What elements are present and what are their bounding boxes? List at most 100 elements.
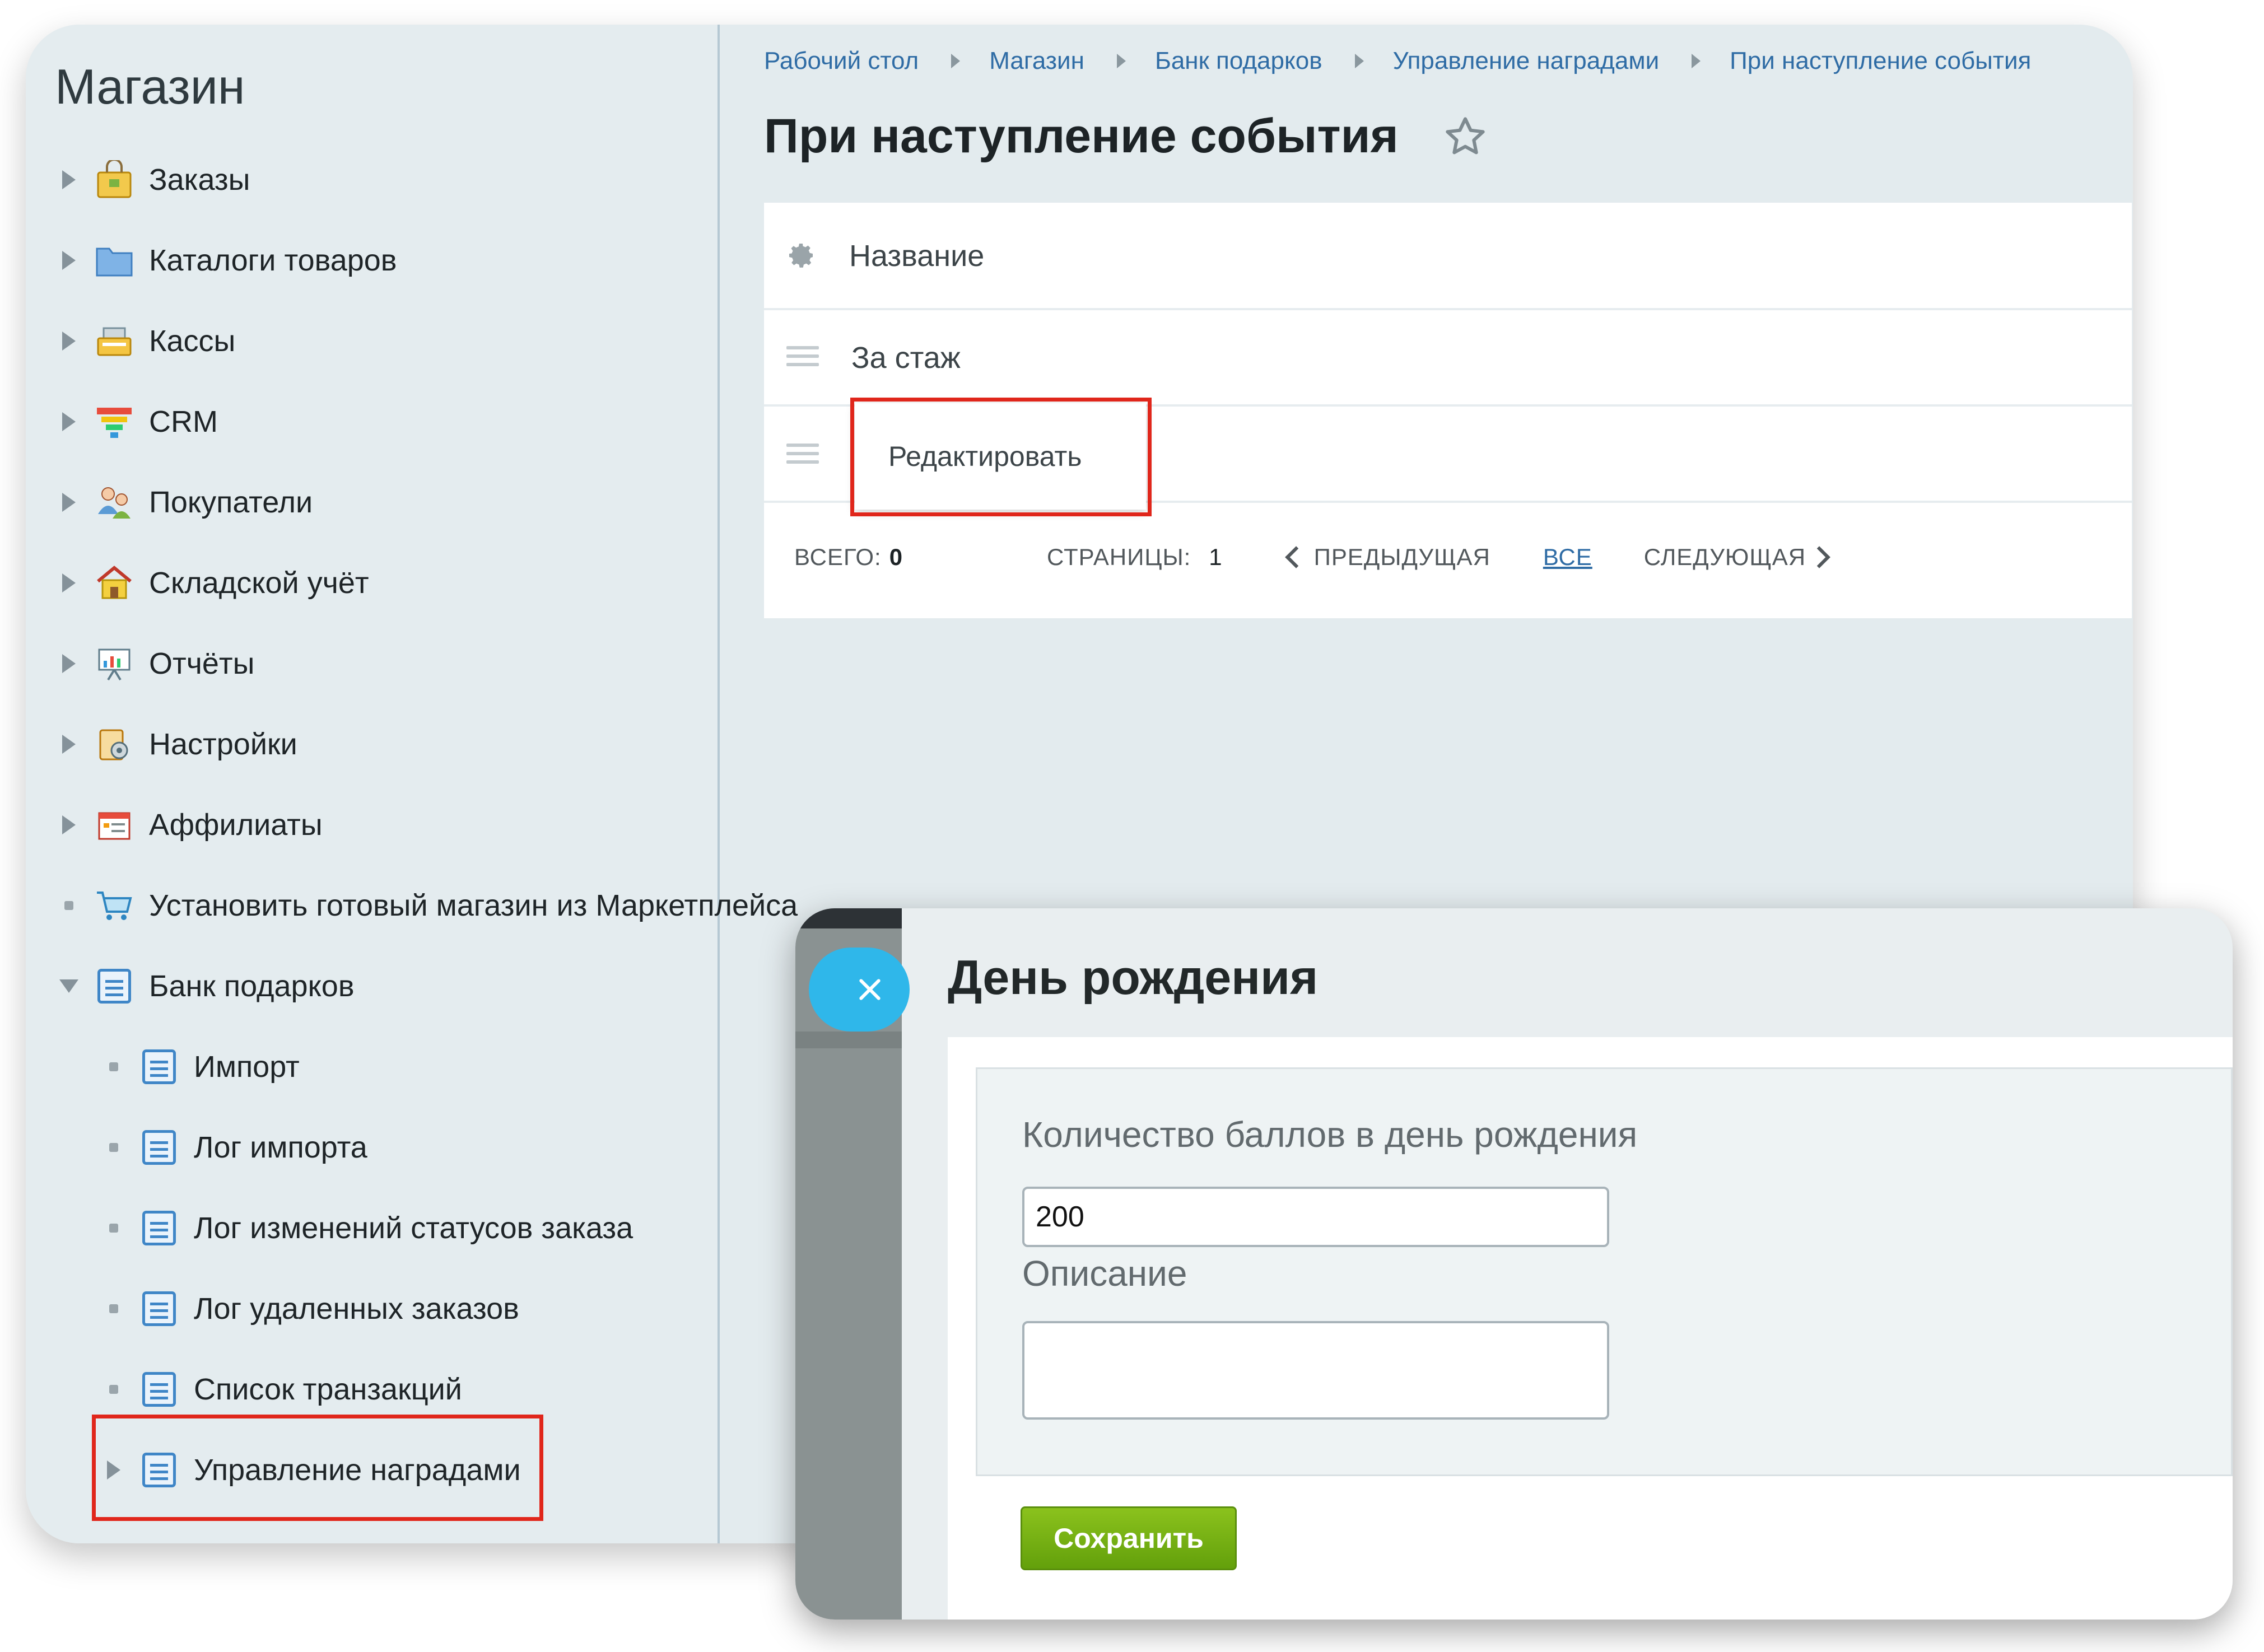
- report-board-icon: [94, 643, 134, 684]
- settings-clipboard-icon: [94, 724, 134, 764]
- breadcrumb-separator-icon: [1116, 54, 1126, 68]
- document-icon: [142, 1372, 176, 1407]
- expand-arrow-icon[interactable]: [62, 412, 76, 431]
- page-title: При наступление события: [764, 109, 1399, 163]
- sidebar-item-catalogs[interactable]: Каталоги товаров: [55, 227, 397, 294]
- sidebar-subitem-transactions[interactable]: Список транзакций: [100, 1356, 462, 1423]
- breadcrumb-separator-icon: [1692, 54, 1701, 68]
- expand-arrow-icon[interactable]: [62, 573, 76, 592]
- warehouse-icon: [94, 563, 134, 603]
- sidebar-item-settings[interactable]: Настройки: [55, 711, 297, 778]
- all-pages-link[interactable]: ВСЕ: [1543, 544, 1592, 571]
- description-textarea[interactable]: [1022, 1321, 1609, 1420]
- sidebar-subitem-import[interactable]: Импорт: [100, 1033, 300, 1100]
- shopping-bag-icon: [94, 160, 134, 200]
- document-icon: [142, 1130, 176, 1165]
- modal-backdrop-top: [795, 908, 902, 928]
- sidebar-item-install-marketplace[interactable]: Установить готовый магазин из Маркетплей…: [55, 872, 798, 939]
- sidebar-item-label: Лог удаленных заказов: [194, 1292, 519, 1326]
- sidebar-item-label: Заказы: [149, 163, 250, 197]
- bullet-icon: [109, 1304, 118, 1313]
- sidebar-title: Магазин: [55, 59, 245, 114]
- sidebar-item-gift-bank[interactable]: Банк подарков: [55, 953, 355, 1020]
- collapse-arrow-icon[interactable]: [59, 979, 78, 993]
- breadcrumb-separator-icon: [951, 54, 961, 68]
- sidebar-item-reports[interactable]: Отчёты: [55, 630, 254, 697]
- sidebar-item-customers[interactable]: Покупатели: [55, 469, 313, 536]
- next-page-link[interactable]: СЛЕДУЮЩАЯ: [1644, 544, 1806, 571]
- document-icon: [97, 969, 131, 1004]
- pages-label: СТРАНИЦЫ:: [1047, 544, 1191, 570]
- expand-arrow-icon[interactable]: [62, 735, 76, 754]
- column-header-name[interactable]: Название: [849, 239, 984, 273]
- breadcrumb-link[interactable]: Рабочий стол: [764, 47, 919, 75]
- sidebar-item-label: Банк подарков: [149, 969, 355, 1003]
- page-number[interactable]: 1: [1209, 544, 1222, 571]
- sidebar: Магазин Заказы Каталоги товаров Кассы CR…: [26, 25, 798, 1543]
- sidebar-item-crm[interactable]: CRM: [55, 388, 218, 455]
- bullet-icon: [109, 1062, 118, 1071]
- table-row[interactable]: За стаж: [764, 308, 2132, 407]
- modal-title: День рождения: [948, 951, 1319, 1005]
- folder-icon: [94, 240, 134, 281]
- modal-backdrop-bar: [795, 1032, 902, 1048]
- affiliate-icon: [94, 805, 134, 845]
- gear-icon[interactable]: [785, 240, 817, 271]
- sidebar-item-label: Список транзакций: [194, 1373, 462, 1406]
- breadcrumb-current[interactable]: При наступление события: [1730, 47, 2031, 75]
- breadcrumb: Рабочий стол Магазин Банк подарков Управ…: [764, 25, 2031, 97]
- chevron-right-icon[interactable]: [1808, 546, 1830, 568]
- expand-arrow-icon[interactable]: [62, 815, 76, 834]
- row-menu-icon[interactable]: [786, 346, 819, 366]
- breadcrumb-link[interactable]: Магазин: [989, 47, 1084, 75]
- pager: ВСЕГО: 0 СТРАНИЦЫ: 1 ПРЕДЫДУЩАЯ ВСЕ СЛЕД…: [764, 521, 2132, 594]
- bullet-icon: [109, 1385, 118, 1394]
- row-name-cell: За стаж: [851, 341, 961, 375]
- users-icon: [94, 482, 134, 522]
- star-icon[interactable]: [1443, 114, 1493, 165]
- bullet-icon: [109, 1143, 118, 1152]
- sidebar-subitem-import-log[interactable]: Лог импорта: [100, 1114, 367, 1181]
- sidebar-item-label: Лог изменений статусов заказа: [194, 1211, 633, 1245]
- sidebar-item-label: Установить готовый магазин из Маркетплей…: [149, 889, 798, 922]
- row-menu-icon[interactable]: [786, 444, 819, 464]
- sidebar-item-label: Импорт: [194, 1050, 300, 1084]
- breadcrumb-link[interactable]: Банк подарков: [1155, 47, 1322, 75]
- sidebar-subitem-deleted-orders-log[interactable]: Лог удаленных заказов: [100, 1275, 519, 1342]
- description-label: Описание: [1022, 1253, 1187, 1294]
- sidebar-item-label: Покупатели: [149, 486, 313, 519]
- cash-register-icon: [94, 321, 134, 361]
- sidebar-item-label: Лог импорта: [194, 1131, 367, 1164]
- sidebar-item-affiliates[interactable]: Аффилиаты: [55, 791, 323, 858]
- sidebar-item-label: Отчёты: [149, 647, 255, 680]
- highlight-rewards-box: [92, 1415, 543, 1521]
- save-button[interactable]: Сохранить: [1021, 1506, 1237, 1570]
- sidebar-subitem-order-status-log[interactable]: Лог изменений статусов заказа: [100, 1194, 633, 1262]
- sidebar-item-warehouse[interactable]: Складской учёт: [55, 549, 369, 617]
- modal-body: Количество баллов в день рождения Описан…: [948, 1037, 2233, 1620]
- points-label: Количество баллов в день рождения: [1022, 1114, 1638, 1155]
- points-input[interactable]: [1022, 1187, 1609, 1247]
- close-icon[interactable]: [855, 974, 885, 1005]
- expand-arrow-icon[interactable]: [62, 493, 76, 512]
- highlight-edit-box: [850, 398, 1152, 516]
- close-button[interactable]: [809, 948, 910, 1032]
- expand-arrow-icon[interactable]: [62, 332, 76, 351]
- sidebar-item-label: Каталоги товаров: [149, 244, 397, 277]
- expand-arrow-icon[interactable]: [62, 654, 76, 673]
- sidebar-item-orders[interactable]: Заказы: [55, 146, 250, 213]
- sidebar-item-cashboxes[interactable]: Кассы: [55, 307, 235, 375]
- document-icon: [142, 1291, 176, 1326]
- sidebar-item-label: CRM: [149, 405, 218, 438]
- expand-arrow-icon[interactable]: [62, 251, 76, 270]
- prev-page-link[interactable]: ПРЕДЫДУЩАЯ: [1314, 544, 1490, 571]
- chevron-left-icon[interactable]: [1284, 546, 1307, 568]
- sidebar-item-label: Аффилиаты: [149, 808, 323, 842]
- total-label: ВСЕГО:: [794, 544, 882, 570]
- breadcrumb-separator-icon: [1354, 54, 1364, 68]
- expand-arrow-icon[interactable]: [62, 170, 76, 189]
- bullet-icon: [109, 1224, 118, 1233]
- sidebar-item-label: Кассы: [149, 324, 236, 358]
- bullet-icon: [64, 901, 73, 910]
- breadcrumb-link[interactable]: Управление наградами: [1393, 47, 1660, 75]
